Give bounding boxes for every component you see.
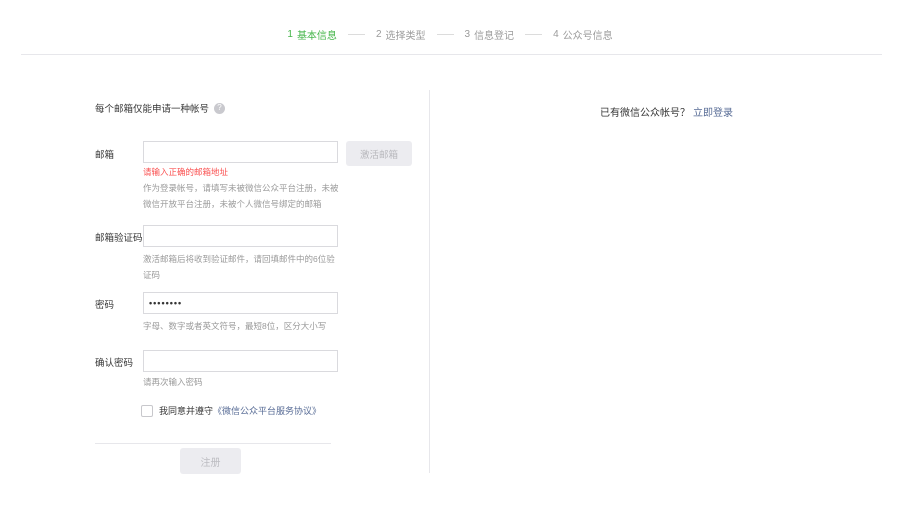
step-choose-type: 2 选择类型 <box>376 27 426 42</box>
step-label: 基本信息 <box>296 31 337 42</box>
step-label: 选择类型 <box>385 31 426 42</box>
confirm-password-label: 确认密码 <box>95 358 134 369</box>
email-code-input[interactable] <box>143 225 338 247</box>
registration-page: 1 基本信息 2 选择类型 3 信息登记 4 公众号信息 每个邮箱仅能申请一种帐… <box>0 0 900 506</box>
step-number: 2 <box>375 29 382 40</box>
step-separator <box>347 34 365 35</box>
email-code-label: 邮箱验证码 <box>95 233 143 244</box>
step-account-info: 4 公众号信息 <box>553 27 613 42</box>
help-icon[interactable]: ? <box>214 102 226 114</box>
agreement-checkbox[interactable] <box>141 404 153 417</box>
step-separator <box>436 34 454 35</box>
register-button[interactable]: 注册 <box>180 448 241 474</box>
password-hint: 字母、数字或者英文符号，最短8位，区分大小写 <box>143 321 327 331</box>
password-label: 密码 <box>95 300 115 311</box>
step-number: 1 <box>287 29 293 40</box>
email-code-hint: 激活邮箱后将收到验证邮件，请回填邮件中的6位验证码 <box>143 254 335 280</box>
step-basic-info: 1 基本信息 <box>287 27 337 42</box>
agreement-text: 我同意并遵守 <box>159 406 214 416</box>
login-now-link[interactable]: 立即登录 <box>693 108 733 119</box>
step-separator <box>525 34 543 35</box>
email-hint: 作为登录帐号，请填写未被微信公众平台注册，未被微信开放平台注册，未被个人微信号绑… <box>143 183 339 209</box>
column-divider <box>429 90 430 473</box>
service-agreement-link[interactable]: 《微信公众平台服务协议》 <box>213 404 321 417</box>
existing-account-text: 已有微信公众帐号？ <box>600 108 690 119</box>
step-number: 4 <box>553 29 559 40</box>
email-label: 邮箱 <box>95 150 115 161</box>
progress-stepper: 1 基本信息 2 选择类型 3 信息登记 4 公众号信息 <box>0 27 900 42</box>
password-input[interactable] <box>143 292 338 314</box>
step-number: 3 <box>464 29 471 40</box>
header-divider <box>21 54 882 55</box>
confirm-password-hint: 请再次输入密码 <box>143 377 203 387</box>
email-error: 请输入正确的邮箱地址 <box>143 167 229 177</box>
email-input[interactable] <box>143 141 338 163</box>
activate-email-button[interactable]: 激活邮箱 <box>346 141 412 166</box>
step-label: 公众号信息 <box>562 31 613 42</box>
confirm-password-input[interactable] <box>143 350 338 372</box>
form-divider <box>95 443 331 444</box>
step-info-register: 3 信息登记 <box>465 27 515 42</box>
step-label: 信息登记 <box>474 31 515 42</box>
notice-text: 每个邮箱仅能申请一种帐号 <box>95 104 210 115</box>
